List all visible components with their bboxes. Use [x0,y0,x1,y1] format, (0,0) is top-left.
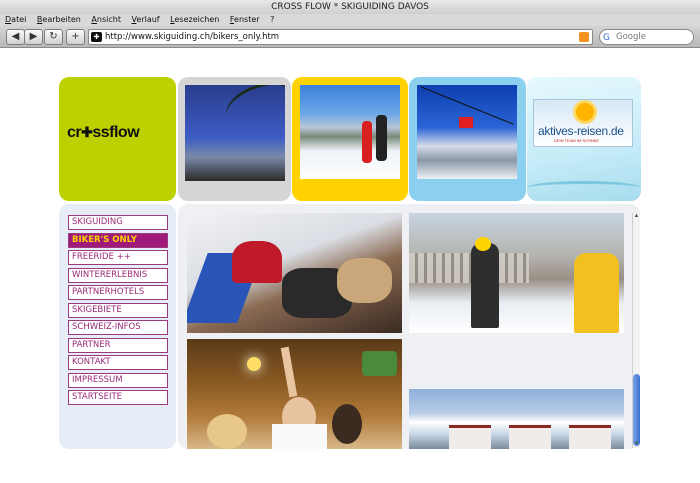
search-input[interactable]: G Google [599,29,694,45]
url-text[interactable]: http://www.skiguiding.ch/bikers_only.htm [105,30,279,44]
scrollbar-thumb[interactable] [633,374,640,446]
google-search-icon[interactable]: G [603,31,610,45]
new-tab-button[interactable]: + [66,29,85,45]
menubar: Datei Bearbeiten Ansicht Verlauf Lesezei… [0,14,700,26]
cable-car-photo [417,85,517,179]
rss-feed-icon[interactable] [579,32,589,42]
partner-ad-tile[interactable]: aktives-reisen.de DEIN TEAM IM SCHNEE [527,77,641,201]
browser-toolbar: ◀ ▶ ↻ + ✚ http://www.skiguiding.ch/biker… [0,26,700,48]
bikers-lounging-photo [187,213,402,333]
party-photo [187,339,402,449]
crossflow-logo-tile[interactable]: cr✚ssflow [59,77,176,201]
crossflow-logo: cr✚ssflow [67,124,140,141]
nav-skiguiding[interactable]: SKIGUIDING [68,215,168,230]
skiers-photo [300,85,400,179]
scroll-down-icon[interactable]: ▼ [633,441,640,448]
reload-button[interactable]: ↻ [44,29,63,45]
menu-ansicht[interactable]: Ansicht [91,14,121,26]
ad-subtext: DEIN TEAM IM SCHNEE [554,138,600,143]
nav-partner[interactable]: PARTNER [68,337,168,353]
menu-help[interactable]: ? [270,14,274,26]
menu-fenster[interactable]: Fenster [230,14,260,26]
site-favicon-icon: ✚ [91,32,102,42]
nav-impressum[interactable]: IMPRESSUM [68,372,168,388]
sidebar-nav: SKIGUIDING BIKER'S ONLY FREERIDE ++ WINT… [68,215,168,408]
nav-skigebiete[interactable]: SKIGEBIETE [68,302,168,318]
menu-lesezeichen[interactable]: Lesezeichen [170,14,219,26]
nav-partnerhotels[interactable]: PARTNERHOTELS [68,285,168,300]
davos-town-photo [409,213,624,333]
nav-freeride[interactable]: FREERIDE ++ [68,250,168,265]
nav-startseite[interactable]: STARTSEITE [68,390,168,405]
nav-schweiz-infos[interactable]: SCHWEIZ-INFOS [68,320,168,335]
header-photo-tile-palm [178,77,291,201]
aktives-reisen-banner[interactable]: aktives-reisen.de DEIN TEAM IM SCHNEE [533,99,633,147]
web-page: cr✚ssflow aktives-reisen.de DEIN TEAM IM… [0,49,700,483]
address-bar[interactable]: ✚ http://www.skiguiding.ch/bikers_only.h… [88,29,593,45]
mountain-deckchairs-photo [409,389,624,449]
menu-datei[interactable]: Datei [5,14,26,26]
scroll-up-icon[interactable]: ▲ [633,213,640,220]
ad-text: aktives-reisen.de [538,124,624,138]
window-title: CROSS FLOW * SKIGUIDING DAVOS [0,0,700,14]
palm-sky-photo [185,85,285,181]
nav-kontakt[interactable]: KONTAKT [68,355,168,370]
forward-button[interactable]: ▶ [24,29,43,45]
header-photo-tile-cablecar [409,77,526,201]
sun-icon [576,103,594,121]
search-placeholder: Google [616,32,646,42]
back-button[interactable]: ◀ [6,29,25,45]
header-photo-tile-skiers [292,77,408,201]
decorative-swoosh [527,181,641,195]
menu-bearbeiten[interactable]: Bearbeiten [37,14,81,26]
nav-wintererlebnis[interactable]: WINTERERLEBNIS [68,267,168,283]
nav-bikers-only[interactable]: BIKER'S ONLY [68,232,168,248]
menu-verlauf[interactable]: Verlauf [132,14,160,26]
